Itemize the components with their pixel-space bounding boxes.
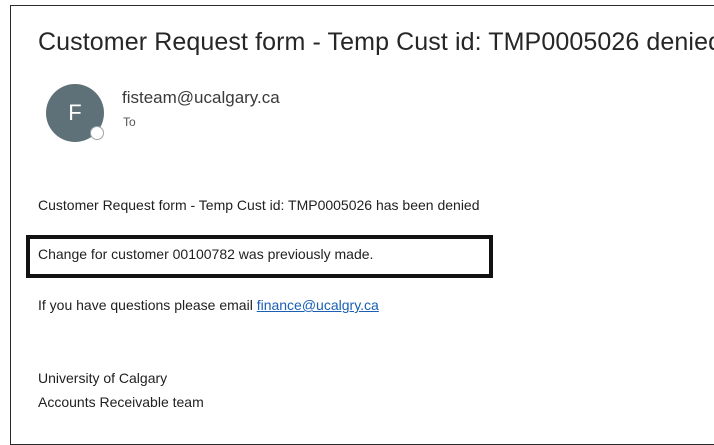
- email-subject: Customer Request form - Temp Cust id: TM…: [38, 28, 714, 56]
- questions-text: If you have questions please email: [38, 297, 257, 313]
- presence-status-icon: [90, 126, 104, 140]
- signature-university: University of Calgary: [38, 370, 168, 386]
- to-label: To: [123, 115, 136, 129]
- body-questions-line: If you have questions please email finan…: [38, 297, 379, 313]
- signature-team: Accounts Receivable team: [38, 394, 204, 410]
- finance-email-link[interactable]: finance@ucalgry.ca: [257, 297, 379, 313]
- highlight-box: [26, 235, 493, 278]
- sender-address[interactable]: fisteam@ucalgary.ca: [122, 88, 280, 108]
- avatar-initial: F: [68, 100, 82, 125]
- body-denied-line: Customer Request form - Temp Cust id: TM…: [38, 197, 480, 213]
